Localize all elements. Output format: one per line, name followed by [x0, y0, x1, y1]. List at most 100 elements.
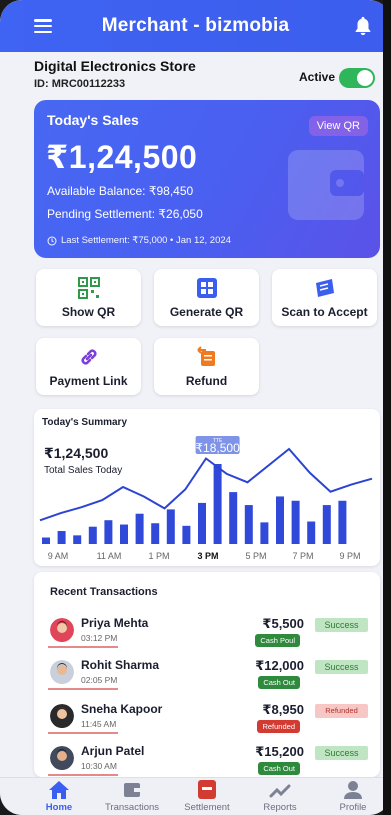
- chart-bar: [166, 509, 175, 544]
- status-badge: Refunded: [315, 704, 368, 718]
- transaction-time: 11:45 AM: [81, 719, 117, 729]
- profile-icon: [344, 781, 362, 799]
- generate-qr-label: Generate QR: [169, 305, 244, 319]
- female-avatar-icon: [50, 618, 74, 642]
- x-tick-label: 3 PM: [197, 551, 218, 561]
- transaction-time: 02:05 PM: [81, 675, 118, 685]
- device-bezel: [383, 0, 391, 815]
- pending-settlement: Pending Settlement: ₹26,050: [47, 207, 203, 221]
- chart-bar: [104, 520, 113, 544]
- refund-label: Refund: [185, 374, 228, 388]
- chart-bar: [182, 525, 191, 544]
- recent-transactions-card: Recent Transactions Priya Mehta 03:12 PM ₹…: [34, 572, 380, 777]
- sales-amount: ₹1,24,500: [46, 139, 198, 175]
- header-title: Merchant - bizmobia: [101, 15, 290, 36]
- payment-method-badge: Cash Out: [258, 762, 300, 775]
- settlement-icon: [198, 780, 216, 799]
- wallet-icon: [124, 783, 140, 797]
- status-badge: Success: [315, 746, 368, 760]
- sales-card-title: Today's Sales: [47, 112, 139, 128]
- chart-bar: [291, 500, 300, 544]
- todays-summary-card: Today's Summary ₹1,24,500 Total Sales To…: [34, 409, 380, 566]
- chart-bar: [88, 526, 97, 544]
- nav-settlement-label: Settlement: [184, 802, 230, 813]
- wallet-decoration-icon: [288, 150, 364, 220]
- x-tick-label: 9 AM: [48, 551, 69, 561]
- active-toggle[interactable]: [339, 68, 375, 88]
- reports-icon: [269, 784, 291, 798]
- transaction-row[interactable]: Priya Mehta 03:12 PM ₹5,500 Cash Poul Succes…: [34, 616, 380, 660]
- nav-profile[interactable]: Profile: [318, 780, 388, 813]
- chart-bar: [151, 523, 160, 544]
- chart-bar: [338, 500, 347, 544]
- phone-screen: Merchant - bizmobia Digital Electronics …: [0, 0, 391, 815]
- status-badge: Success: [315, 660, 368, 674]
- scan-icon: [315, 279, 334, 297]
- transaction-row[interactable]: Rohit Sharma 02:05 PM ₹12,000 Cash Out Succe…: [34, 658, 380, 702]
- chart-bar: [307, 521, 316, 544]
- x-tick-label: 5 PM: [245, 551, 266, 561]
- nav-transactions-label: Transactions: [104, 802, 160, 813]
- chart-bar: [135, 513, 144, 544]
- payment-link-label: Payment Link: [49, 374, 128, 388]
- payment-link-button[interactable]: Payment Link: [36, 338, 141, 395]
- nav-transactions[interactable]: Transactions: [97, 780, 167, 813]
- chart-bar: [260, 522, 269, 544]
- scan-to-accept-label: Scan to Accept: [281, 305, 368, 319]
- transaction-row[interactable]: Sneha Kapoor 11:45 AM ₹8,950 Refunded Refund…: [34, 702, 380, 746]
- x-tick-label: 11 AM: [97, 551, 122, 561]
- transaction-name: Sneha Kapoor: [81, 702, 163, 716]
- scan-to-accept-button[interactable]: Scan to Accept: [272, 269, 377, 326]
- transaction-row[interactable]: Arjun Patel 10:30 AM ₹15,200 Cash Out Succes…: [34, 744, 380, 777]
- transaction-time: 10:30 AM: [81, 761, 117, 771]
- sales-chart: TTE₹18,5009 AM 11 AM 1 PM 3 PM 5 PM 7 PM 9 PM: [39, 436, 373, 561]
- view-qr-button[interactable]: View QR: [308, 116, 368, 136]
- home-icon: [49, 781, 69, 799]
- transaction-name: Priya Mehta: [81, 616, 149, 630]
- x-tick-label: 9 PM: [339, 551, 360, 561]
- transaction-name: Arjun Patel: [81, 744, 145, 758]
- row-divider: [48, 732, 118, 734]
- nav-reports[interactable]: Reports: [245, 780, 315, 813]
- x-tick-label: 7 PM: [292, 551, 313, 561]
- payment-method-badge: Cash Out: [258, 676, 300, 689]
- refund-button[interactable]: Refund: [154, 338, 259, 395]
- status-badge: Success: [315, 618, 368, 632]
- chart-bar: [276, 496, 284, 544]
- chart-bar: [120, 524, 128, 544]
- nav-reports-label: Reports: [263, 802, 297, 813]
- transaction-amount: ₹8,950: [262, 702, 304, 717]
- transaction-amount: ₹12,000: [255, 658, 304, 673]
- row-divider: [48, 688, 118, 690]
- transaction-time: 03:12 PM: [81, 633, 118, 643]
- refund-icon: [196, 346, 215, 366]
- row-divider: [48, 774, 118, 776]
- last-settlement: Last Settlement: ₹75,000 • Jan 12, 2024: [47, 235, 231, 246]
- generate-qr-button[interactable]: Generate QR: [154, 269, 259, 326]
- chart-bar: [244, 505, 253, 544]
- payment-method-badge: Cash Poul: [255, 634, 300, 647]
- chart-bar: [198, 502, 206, 544]
- nav-home[interactable]: Home: [24, 780, 94, 813]
- bell-icon[interactable]: [352, 14, 374, 38]
- transactions-title: Recent Transactions: [50, 586, 158, 598]
- chart-bar: [322, 505, 331, 544]
- nav-settlement[interactable]: Settlement: [172, 780, 242, 813]
- bottom-navigation: Home Transactions Settlement Reports Pro…: [0, 777, 391, 815]
- store-name: Digital Electronics Store: [34, 58, 196, 74]
- chart-bar: [213, 464, 222, 544]
- link-icon: [80, 349, 97, 365]
- chart-bar: [42, 537, 50, 544]
- store-id: ID: MRC00112233: [34, 78, 126, 90]
- status-label: Active: [299, 70, 336, 84]
- nav-profile-label: Profile: [339, 802, 367, 813]
- show-qr-button[interactable]: Show QR: [36, 269, 141, 326]
- todays-sales-card: Today's Sales View QR ₹1,24,500 Availabl…: [34, 100, 380, 258]
- show-qr-label: Show QR: [61, 305, 116, 319]
- male-avatar-icon: [50, 746, 74, 770]
- generate-qr-icon: [196, 278, 217, 298]
- last-settlement-text: Last Settlement: ₹75,000 • Jan 12, 2024: [61, 235, 231, 246]
- transaction-amount: ₹15,200: [255, 744, 304, 759]
- clock-icon: [47, 236, 57, 245]
- hamburger-menu-icon[interactable]: [34, 19, 52, 33]
